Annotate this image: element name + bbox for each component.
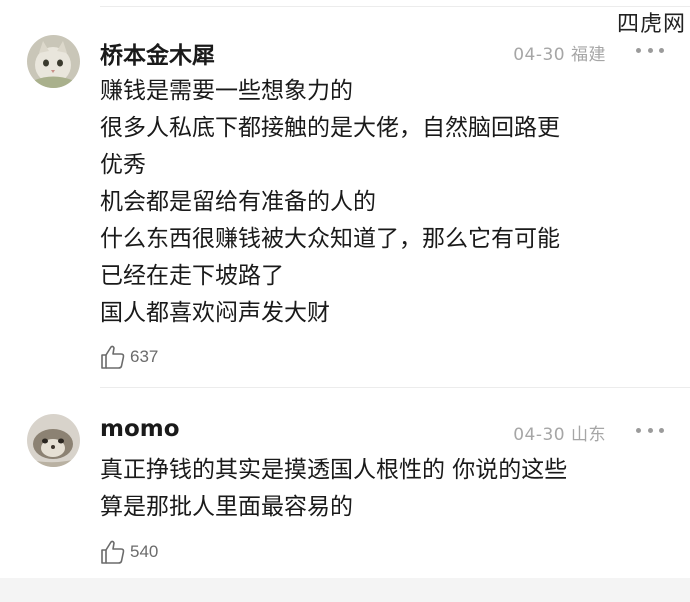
comment-line: 什么东西很赚钱被大众知道了，那么它有可能 bbox=[100, 226, 560, 252]
comment-item: momo 04-30 山东 真正挣钱的其实是摸透国人根性的 你说的这些 算是那批… bbox=[0, 388, 690, 578]
comment-line: 很多人私底下都接触的是大佬，自然脑回路更 bbox=[100, 115, 560, 141]
comment-date: 04-30 bbox=[513, 425, 566, 445]
user-avatar[interactable] bbox=[27, 414, 80, 467]
comment-location: 山东 bbox=[571, 425, 606, 445]
comment-text: 赚钱是需要一些想象力的 很多人私底下都接触的是大佬，自然脑回路更 优秀 机会都是… bbox=[100, 73, 660, 332]
comment-date: 04-30 bbox=[513, 45, 566, 65]
comment-line: 优秀 bbox=[100, 152, 146, 178]
more-options-icon[interactable] bbox=[636, 46, 664, 54]
user-avatar[interactable] bbox=[27, 35, 80, 88]
comment-location: 福建 bbox=[571, 45, 606, 65]
like-button[interactable]: 637 bbox=[100, 344, 158, 370]
cat-avatar-icon bbox=[27, 35, 80, 88]
comment-line: 真正挣钱的其实是摸透国人根性的 你说的这些 bbox=[100, 457, 568, 483]
comment-line: 已经在走下坡路了 bbox=[100, 263, 284, 289]
more-options-icon[interactable] bbox=[636, 426, 664, 434]
thumbs-up-icon bbox=[101, 540, 125, 564]
bottom-separator bbox=[0, 578, 690, 602]
like-count: 637 bbox=[130, 347, 159, 366]
comment-text: 真正挣钱的其实是摸透国人根性的 你说的这些 算是那批人里面最容易的 bbox=[100, 452, 660, 526]
username[interactable]: 桥本金木犀 bbox=[100, 36, 215, 70]
username[interactable]: momo bbox=[100, 416, 180, 442]
comment-meta: 04-30 山东 bbox=[513, 420, 606, 445]
comment-line: 算是那批人里面最容易的 bbox=[100, 494, 353, 520]
comment-item: 桥本金木犀 04-30 福建 赚钱是需要一些想象力的 很多人私底下都接触的是大佬… bbox=[0, 0, 690, 390]
comment-line: 国人都喜欢闷声发大财 bbox=[100, 300, 330, 326]
comment-meta: 04-30 福建 bbox=[513, 40, 606, 65]
comment-line: 机会都是留给有准备的人的 bbox=[100, 189, 376, 215]
animal-avatar-icon bbox=[27, 414, 80, 467]
like-count: 540 bbox=[130, 542, 159, 561]
comment-line: 赚钱是需要一些想象力的 bbox=[100, 78, 353, 104]
thumbs-up-icon bbox=[101, 345, 125, 369]
like-button[interactable]: 540 bbox=[100, 539, 158, 565]
